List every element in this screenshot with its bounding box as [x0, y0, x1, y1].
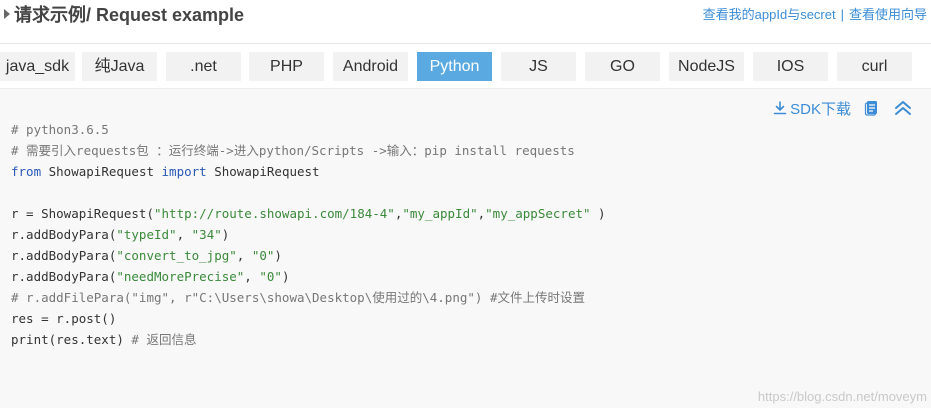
tab-js[interactable]: JS	[501, 52, 576, 81]
code-line: ​	[11, 182, 606, 203]
code-token: r.addBodyPara(	[11, 227, 117, 242]
code-token: "http://route.showapi.com/184-4"	[154, 206, 395, 221]
code-token: # 需要引入requests包 ：运行终端->进入python/Scripts …	[11, 143, 575, 158]
tab-python[interactable]: Python	[417, 52, 492, 81]
code-line: from ShowapiRequest import ShowapiReques…	[11, 161, 606, 182]
code-token: "0"	[259, 269, 282, 284]
code-token: ,	[236, 248, 252, 263]
code-token: print(res.text)	[11, 332, 132, 347]
code-line: # python3.6.5	[11, 119, 606, 140]
code-token: import	[161, 164, 207, 179]
collapse-icon	[895, 101, 911, 115]
sdk-download-button[interactable]: SDK下载	[772, 98, 851, 119]
code-token: r.addBodyPara(	[11, 269, 117, 284]
code-line: r.addBodyPara("needMorePrecise", "0")	[11, 266, 606, 287]
code-token: from	[11, 164, 42, 179]
code-token: )	[281, 269, 290, 284]
tab-php[interactable]: PHP	[249, 52, 324, 81]
tab-go[interactable]: GO	[585, 52, 660, 81]
tab-dotnet[interactable]: .net	[166, 52, 241, 81]
code-token: "convert_to_jpg"	[116, 248, 237, 263]
tab-ios[interactable]: IOS	[753, 52, 828, 81]
view-appid-secret-link[interactable]: 查看我的appId与secret	[703, 7, 836, 22]
code-token: )	[221, 227, 230, 242]
header-links: 查看我的appId与secret | 查看使用向导	[703, 7, 927, 23]
code-token: # python3.6.5	[11, 122, 109, 137]
tab-curl[interactable]: curl	[837, 52, 912, 81]
code-line: # r.addFilePara("img", r"C:\Users\showa\…	[11, 287, 606, 308]
code-token: "34"	[191, 227, 222, 242]
tab-pure-java[interactable]: 纯Java	[82, 52, 157, 81]
code-line: print(res.text) # 返回信息	[11, 329, 606, 350]
code-token: )	[590, 206, 606, 221]
tab-nodejs[interactable]: NodeJS	[669, 52, 744, 81]
copy-icon	[864, 101, 877, 116]
tab-java-sdk[interactable]: java_sdk	[0, 52, 75, 81]
link-separator: |	[840, 7, 844, 22]
code-line: res = r.post()	[11, 308, 606, 329]
code-line: r = ShowapiRequest("http://route.showapi…	[11, 203, 606, 224]
code-token: "needMorePrecise"	[116, 269, 245, 284]
code-line: r.addBodyPara("typeId", "34")	[11, 224, 606, 245]
language-tabs: java_sdk 纯Java .net PHP Android Python J…	[0, 52, 931, 81]
caret-right-icon	[4, 9, 10, 19]
code-panel: SDK下载 # python3.6.5 # 需要引入requests包 ：运行终端…	[0, 88, 931, 408]
code-token: ShowapiRequest	[41, 164, 162, 179]
code-token: # 返回信息	[131, 332, 197, 347]
section-title: 请求示例/ Request example	[4, 5, 244, 25]
code-token: "my_appId"	[402, 206, 478, 221]
code-line: r.addBodyPara("convert_to_jpg", "0")	[11, 245, 606, 266]
sdk-download-label: SDK下载	[790, 100, 851, 118]
collapse-button[interactable]	[893, 99, 913, 117]
code-token: "typeId"	[116, 227, 177, 242]
code-token: ,	[244, 269, 260, 284]
section-header: 请求示例/ Request example 查看我的appId与secret | 查…	[0, 0, 931, 44]
code-token: # r.addFilePara("img", r"C:\Users\showa\…	[11, 290, 585, 305]
code-line: # 需要引入requests包 ：运行终端->进入python/Scripts …	[11, 140, 606, 161]
view-guide-link[interactable]: 查看使用向导	[849, 7, 927, 22]
code-token: r.addBodyPara(	[11, 248, 117, 263]
download-icon	[773, 101, 787, 115]
copy-button[interactable]	[863, 99, 881, 117]
code-toolbar: SDK下载	[772, 97, 913, 119]
code-token: ShowapiRequest	[206, 164, 320, 179]
code-token: res = r.post()	[11, 311, 117, 326]
section-title-text: 请求示例/ Request example	[14, 5, 245, 25]
code-token: )	[274, 248, 282, 263]
code-token: ,	[176, 227, 192, 242]
code-token: r = ShowapiRequest(	[11, 206, 154, 221]
watermark: https://blog.csdn.net/moveym	[757, 389, 927, 404]
code-token: "0"	[251, 248, 275, 263]
code-token: "my_appSecret"	[485, 206, 591, 221]
code-block: # python3.6.5 # 需要引入requests包 ：运行终端->进入py…	[11, 119, 606, 350]
tab-android[interactable]: Android	[333, 52, 408, 81]
